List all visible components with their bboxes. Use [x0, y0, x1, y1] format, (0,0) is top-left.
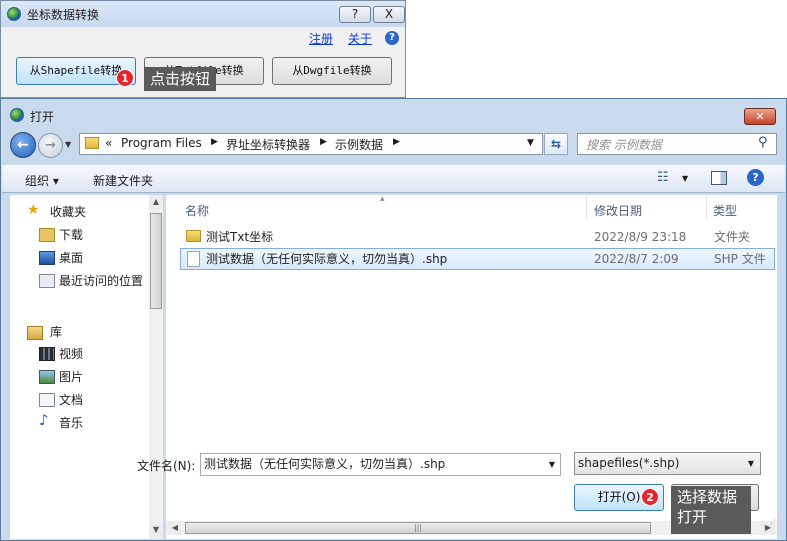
music-icon: ♪: [39, 411, 49, 429]
filter-dropdown-icon[interactable]: ▼: [748, 453, 754, 474]
register-link[interactable]: 注册: [309, 30, 333, 47]
breadcrumb-chevron-icon[interactable]: ▶: [393, 137, 400, 147]
step2-tooltip-line: 选择数据: [677, 488, 738, 506]
file-date: 2022/8/9 23:18: [594, 230, 687, 244]
videos-icon: [39, 347, 55, 361]
dialog-title: 打开: [30, 110, 55, 124]
file-icon: [187, 251, 200, 267]
app-close-button[interactable]: X: [373, 6, 405, 23]
file-type: 文件夹: [714, 230, 751, 244]
breadcrumb-overflow[interactable]: «: [105, 136, 112, 150]
nav-documents[interactable]: 文档: [59, 390, 83, 410]
help-icon[interactable]: ?: [747, 169, 764, 186]
column-type[interactable]: 类型: [713, 202, 737, 219]
recent-places-icon: [39, 274, 55, 288]
view-dropdown-icon[interactable]: ▼: [682, 174, 688, 183]
filename-input[interactable]: 测试数据（无任何实际意义，切勿当真）.shp ▼: [200, 453, 561, 476]
open-file-dialog: 打开 ✕ ← → ▼ « Program Files ▶ 界址坐标转换器 ▶ 示…: [0, 98, 787, 541]
hscroll-thumb[interactable]: |||: [185, 522, 651, 534]
filename-dropdown-icon[interactable]: ▼: [549, 454, 555, 475]
column-divider: [586, 195, 587, 219]
refresh-icon[interactable]: ⇆: [544, 133, 568, 155]
new-folder-button[interactable]: 新建文件夹: [93, 172, 153, 189]
address-bar[interactable]: « Program Files ▶ 界址坐标转换器 ▶ 示例数据 ▶ ▼: [79, 133, 543, 155]
forward-arrow-icon[interactable]: →: [38, 133, 63, 158]
preview-pane-icon[interactable]: [711, 171, 727, 185]
nav-downloads[interactable]: 下载: [59, 225, 83, 245]
step1-tooltip: 点击按钮: [144, 67, 217, 91]
column-divider: [706, 195, 707, 219]
star-icon: ★: [27, 202, 40, 218]
dialog-toolbar: 组织 ▾ 新建文件夹 ☷ ▼ ?: [2, 165, 785, 193]
download-folder-icon: [39, 228, 55, 242]
scroll-left-icon[interactable]: ◀: [168, 521, 182, 535]
column-date[interactable]: 修改日期: [594, 202, 642, 219]
search-placeholder: 搜索 示例数据: [586, 138, 662, 152]
from-dwgfile-button[interactable]: 从Dwgfile转换: [272, 57, 392, 85]
navigation-pane: ★ 收藏夹 下载 桌面 最近访问的位置 库 视频 图片 文档 ♪ 音乐 ▲ ▼: [10, 195, 163, 539]
file-row-selected[interactable]: 测试数据（无任何实际意义，切勿当真）.shp 2022/8/7 2:09 SHP…: [180, 248, 775, 270]
column-name[interactable]: 名称: [185, 202, 209, 219]
desktop-icon: [39, 251, 55, 265]
file-date: 2022/8/7 2:09: [594, 252, 679, 266]
sort-arrow-icon: ▴: [380, 194, 385, 204]
file-row[interactable]: 测试Txt坐标 2022/8/9 23:18 文件夹: [180, 226, 775, 248]
search-box[interactable]: 搜索 示例数据 ⚲: [577, 133, 777, 155]
nav-favorites[interactable]: 收藏夹: [50, 202, 86, 222]
nav-videos[interactable]: 视频: [59, 344, 83, 364]
filter-value: shapefiles(*.shp): [578, 456, 680, 470]
step2-badge: 2: [641, 488, 659, 506]
documents-icon: [39, 393, 55, 407]
library-icon: [27, 326, 43, 340]
step1-badge: 1: [116, 69, 134, 87]
nav-music[interactable]: 音乐: [59, 413, 83, 433]
breadcrumb-item[interactable]: 界址坐标转换器: [226, 136, 310, 153]
search-icon[interactable]: ⚲: [758, 135, 768, 150]
address-dropdown-icon[interactable]: ▼: [527, 138, 534, 148]
breadcrumb-chevron-icon[interactable]: ▶: [320, 137, 327, 147]
nav-pictures[interactable]: 图片: [59, 367, 83, 387]
folder-icon: [186, 230, 201, 242]
file-name: 测试Txt坐标: [206, 230, 274, 244]
about-link[interactable]: 关于: [348, 30, 372, 47]
dialog-close-button[interactable]: ✕: [744, 108, 776, 125]
info-help-icon[interactable]: ?: [385, 31, 399, 45]
nav-scroll-thumb[interactable]: [150, 213, 162, 309]
nav-scrollbar[interactable]: ▲ ▼: [149, 195, 163, 539]
back-arrow-icon[interactable]: ←: [10, 132, 36, 158]
breadcrumb-item[interactable]: Program Files: [121, 136, 202, 150]
breadcrumb-chevron-icon[interactable]: ▶: [211, 137, 218, 147]
help-button[interactable]: ?: [339, 6, 371, 23]
organize-menu[interactable]: 组织 ▾: [25, 172, 59, 189]
resize-grip-icon[interactable]: ⋰: [767, 519, 776, 529]
history-dropdown-icon[interactable]: ▼: [65, 140, 71, 149]
step2-tooltip-line: 打开: [677, 508, 708, 526]
nav-recent-places[interactable]: 最近访问的位置: [59, 271, 143, 291]
file-name: 测试数据（无任何实际意义，切勿当真）.shp: [206, 252, 448, 266]
app-title: 坐标数据转换: [27, 8, 100, 22]
filename-value: 测试数据（无任何实际意义，切勿当真）.shp: [204, 457, 446, 471]
file-type-filter[interactable]: shapefiles(*.shp) ▼: [574, 452, 761, 475]
file-type: SHP 文件: [714, 252, 766, 266]
pictures-icon: [39, 370, 55, 384]
scroll-down-icon[interactable]: ▼: [149, 523, 163, 537]
app-titlebar: 坐标数据转换 ? X: [1, 1, 405, 27]
step2-tooltip: 选择数据 打开: [671, 486, 751, 534]
folder-icon: [85, 137, 99, 149]
filename-label: 文件名(N):: [137, 459, 196, 473]
app-globe-icon: [7, 7, 21, 21]
breadcrumb-item[interactable]: 示例数据: [335, 136, 383, 153]
nav-desktop[interactable]: 桌面: [59, 248, 83, 268]
dialog-globe-icon: [10, 108, 24, 122]
scroll-up-icon[interactable]: ▲: [149, 195, 163, 209]
nav-libraries[interactable]: 库: [50, 322, 62, 342]
view-options-icon[interactable]: ☷: [657, 170, 669, 185]
